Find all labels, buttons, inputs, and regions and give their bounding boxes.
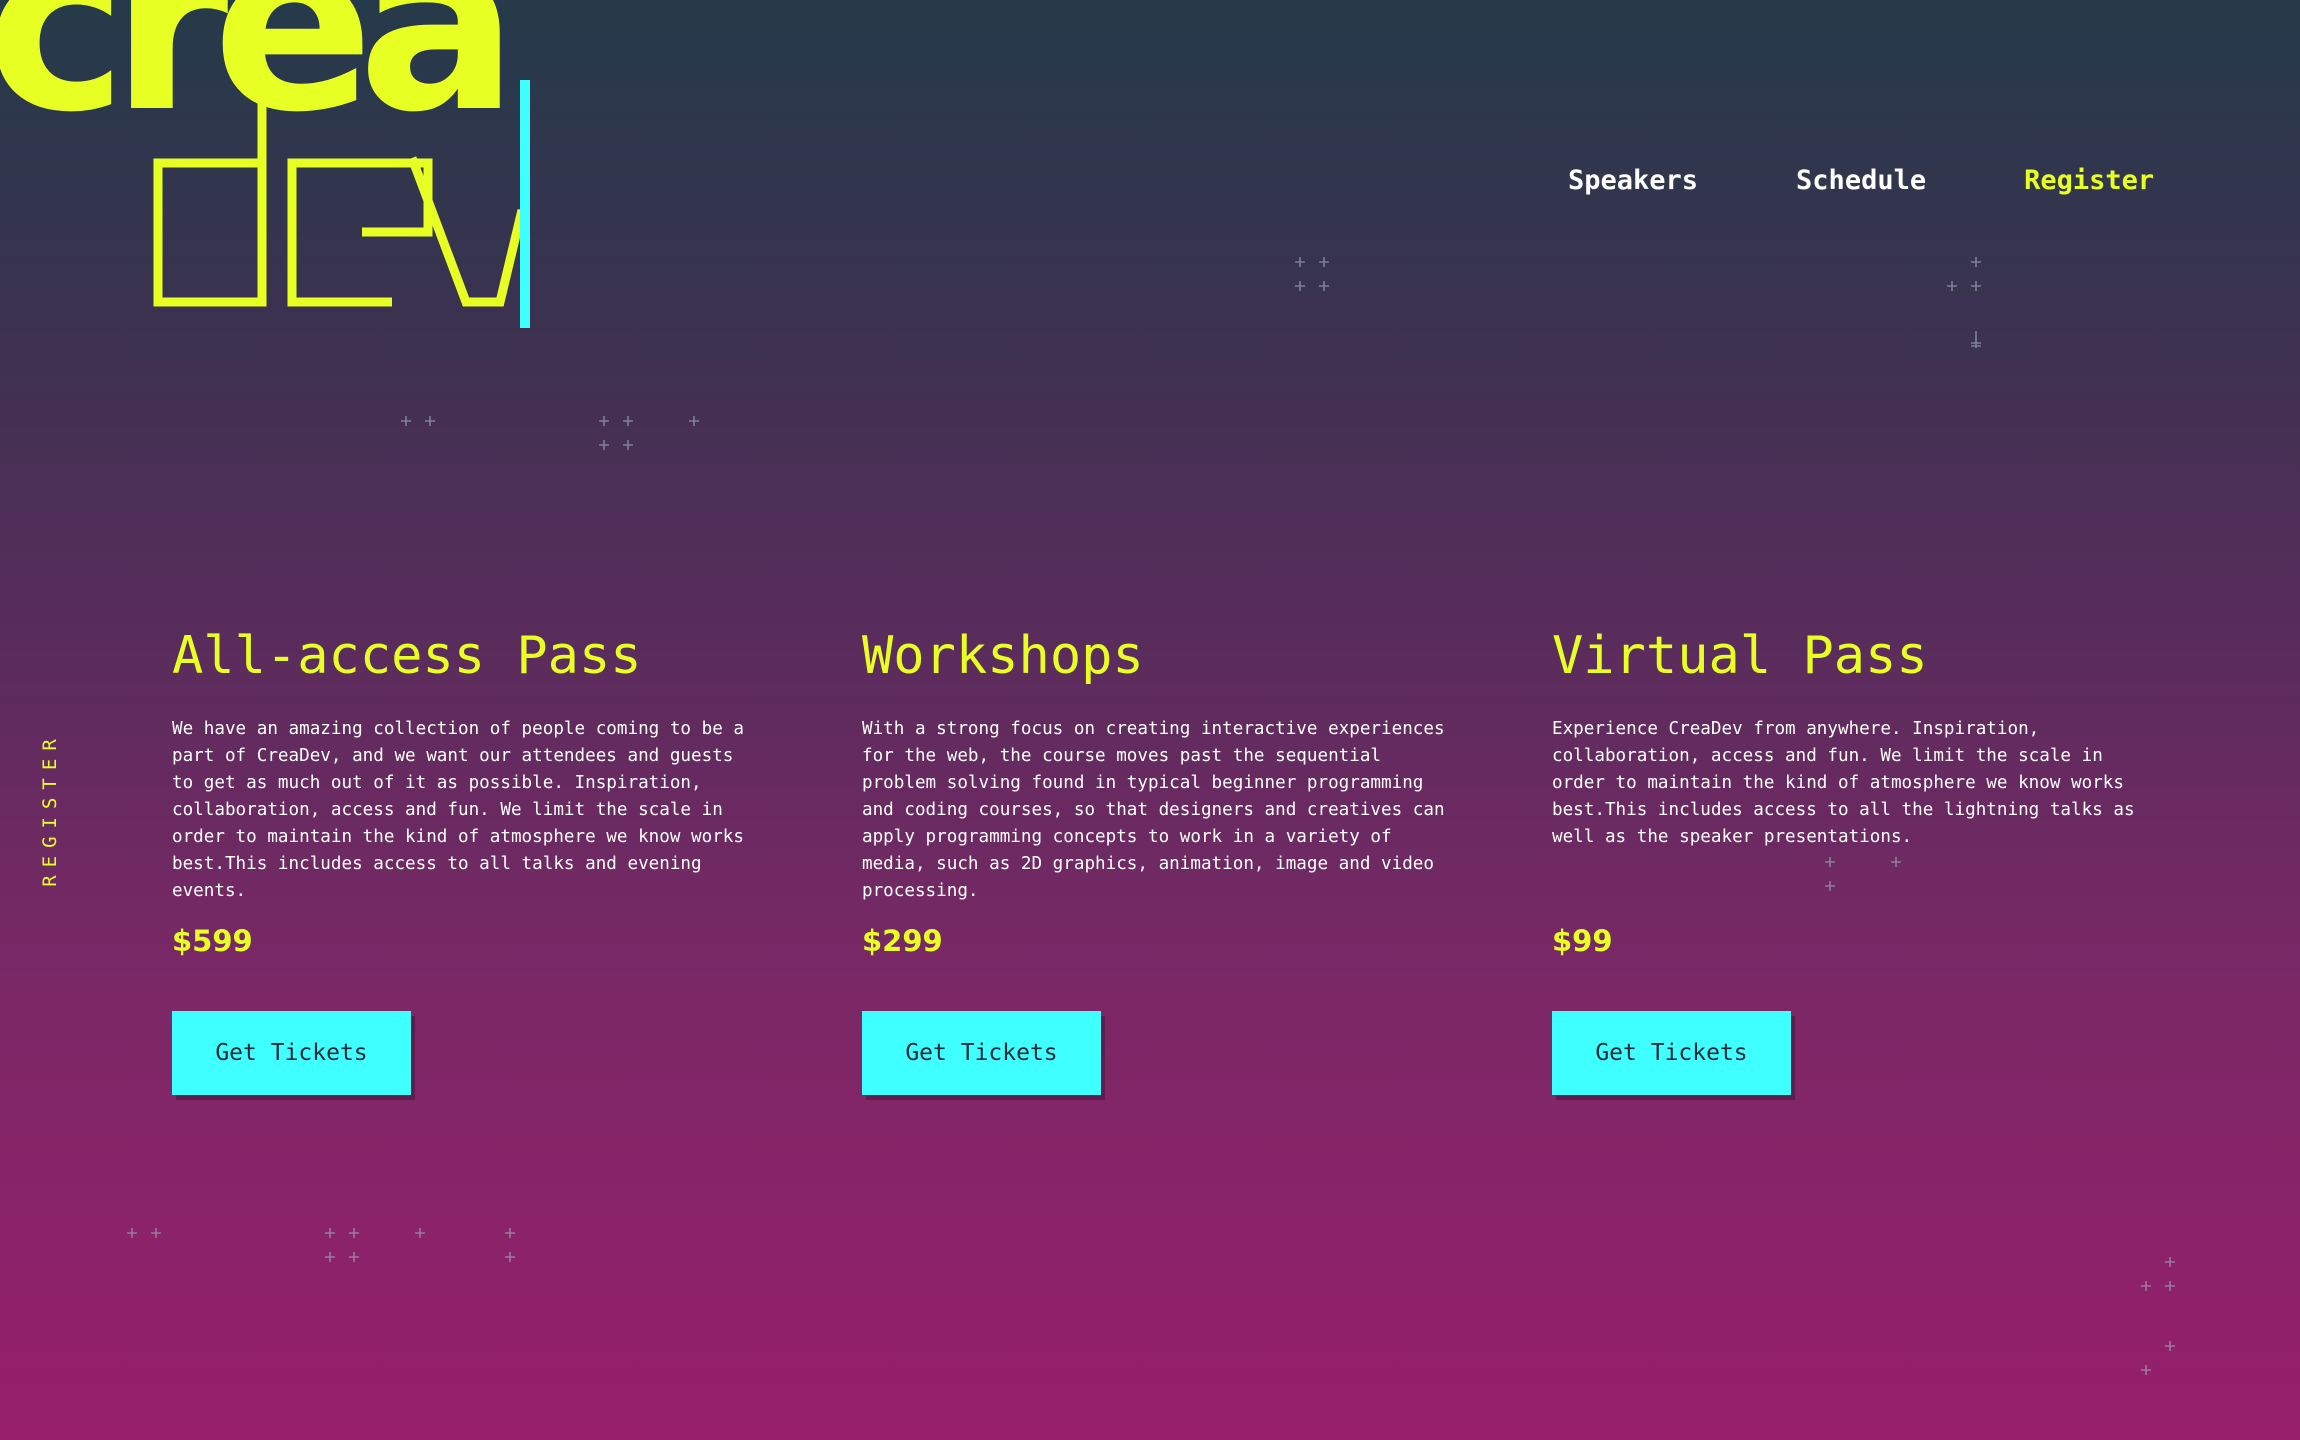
pass-title: Workshops xyxy=(862,626,1144,686)
nav-link-register[interactable]: Register xyxy=(2024,165,2154,196)
decorative-plus-icon xyxy=(2138,1253,2198,1375)
decorative-plus-icon xyxy=(1944,253,2004,348)
pass-description: Experience CreaDev from anywhere. Inspir… xyxy=(1552,719,2135,847)
pass-price: $99 xyxy=(1552,924,1613,958)
pass-title: Virtual Pass xyxy=(1552,626,1928,686)
side-section-label: REGISTER xyxy=(36,731,64,887)
pass-title: All-access Pass xyxy=(172,626,642,686)
decorative-plus-icon xyxy=(124,1224,184,1284)
pass-card-virtual: Virtual Pass Experience CreaDev from any… xyxy=(1552,620,2142,1095)
pass-description: With a strong focus on creating interact… xyxy=(862,719,1445,901)
pass-card-all-access: All-access Pass We have an amazing colle… xyxy=(172,620,762,1095)
pass-description: We have an amazing collection of people … xyxy=(172,719,744,901)
get-tickets-button[interactable]: Get Tickets xyxy=(1552,1011,1791,1095)
pass-card-workshops: Workshops With a strong focus on creatin… xyxy=(862,620,1452,1095)
decorative-plus-icon xyxy=(1822,853,1901,913)
decorative-plus-icon xyxy=(398,412,458,472)
nav-link-schedule[interactable]: Schedule xyxy=(1796,165,1926,196)
decorative-plus-icon xyxy=(1292,253,1352,313)
logo-dev-wordmark xyxy=(153,80,530,328)
side-section-label-text: REGISTER xyxy=(39,731,62,887)
decorative-plus-icon xyxy=(322,1224,515,1284)
pass-price: $299 xyxy=(862,924,943,958)
main-nav: Speakers Schedule Register xyxy=(1568,165,2154,196)
pass-price: $599 xyxy=(172,924,253,958)
get-tickets-button[interactable]: Get Tickets xyxy=(172,1011,411,1095)
decorative-plus-icon xyxy=(596,412,699,472)
get-tickets-button[interactable]: Get Tickets xyxy=(862,1011,1101,1095)
nav-link-speakers[interactable]: Speakers xyxy=(1568,165,1698,196)
